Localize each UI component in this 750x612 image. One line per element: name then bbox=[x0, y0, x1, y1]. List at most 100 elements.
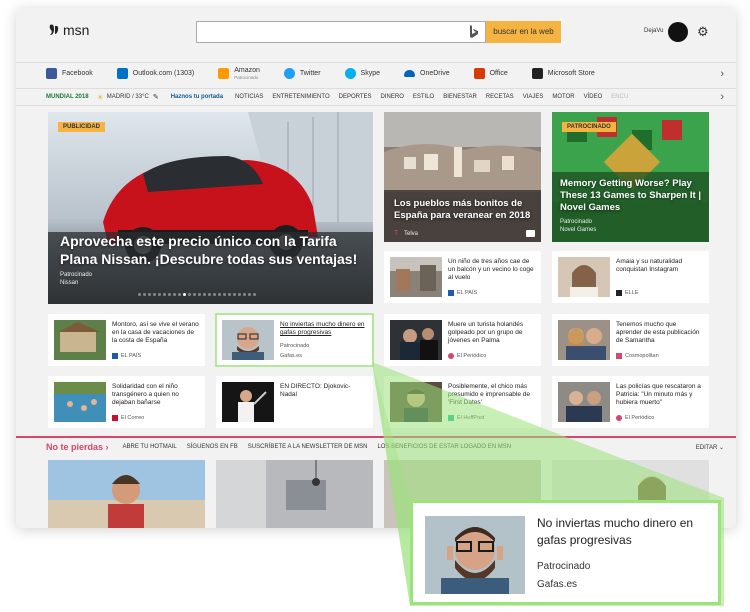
gafas-card[interactable]: No inviertas mucho dinero en gafas progr… bbox=[216, 314, 373, 366]
shortcut-office[interactable]: Office bbox=[473, 68, 508, 79]
shortcut-sub: Patrocinado bbox=[234, 74, 259, 80]
telva-icon: T bbox=[394, 230, 399, 237]
pueblos-card[interactable]: Los pueblos más bonitos de España para v… bbox=[384, 112, 541, 242]
news-card[interactable]: Solidaridad con el niño transgénero a qu… bbox=[48, 376, 205, 428]
memory-card[interactable]: PATROCINADO Memory Getting Worse? Play T… bbox=[552, 112, 709, 242]
news-source: El Correo bbox=[112, 415, 144, 421]
shortcut-amazon[interactable]: Amazon Patrocinado bbox=[218, 67, 260, 81]
edit-button[interactable]: EDITAR ⌄ bbox=[696, 444, 724, 451]
news-headline: Solidaridad con el niño transgénero a qu… bbox=[112, 383, 179, 406]
nav-item-faded[interactable]: ENCU bbox=[611, 94, 628, 100]
hero-title[interactable]: Aprovecha este precio único con la Tarif… bbox=[60, 232, 360, 268]
zoom-callout[interactable]: No inviertas mucho dinero en gafas progr… bbox=[410, 500, 721, 605]
section-item[interactable]: LOS BENEFICIOS DE ESTAR LOGADO EN MSN bbox=[377, 444, 511, 450]
nav-home-link[interactable]: Haznos tu portada bbox=[171, 94, 223, 100]
user-name[interactable]: DejaVu bbox=[644, 28, 663, 34]
sponsored-tag: PATROCINADO bbox=[562, 122, 616, 132]
firstdates-thumbnail bbox=[390, 382, 442, 422]
pueblos-title[interactable]: Los pueblos más bonitos de España para v… bbox=[394, 198, 534, 222]
hero-source: Nissan bbox=[60, 280, 79, 286]
shortcut-facebook[interactable]: Facebook bbox=[46, 68, 93, 79]
news-headline: Posiblemente, el chico más presumido e i… bbox=[448, 383, 531, 406]
room-image bbox=[216, 460, 373, 528]
nav-item[interactable]: DINERO bbox=[381, 94, 404, 100]
section-item[interactable]: ABRE TU HOTMAIL bbox=[123, 444, 177, 450]
hero-card[interactable]: PUBLICIDAD Aprovecha este precio único c… bbox=[48, 112, 373, 304]
news-card[interactable]: Tenemos mucho que aprender de esta publi… bbox=[552, 314, 709, 366]
carousel-dots[interactable] bbox=[138, 293, 256, 296]
bing-icon[interactable] bbox=[469, 25, 479, 39]
news-headline: Tenemos mucho que aprender de esta publi… bbox=[616, 321, 700, 344]
chevron-right-icon[interactable]: › bbox=[720, 68, 724, 80]
chevron-right-icon[interactable]: › bbox=[720, 91, 724, 103]
shortcut-label: OneDrive bbox=[420, 70, 450, 77]
news-source: Cosmopolitan bbox=[616, 353, 659, 359]
shortcut-twitter[interactable]: Twitter bbox=[283, 68, 321, 79]
search-button[interactable]: buscar en la web bbox=[486, 21, 561, 43]
elpais-icon bbox=[448, 290, 454, 296]
gear-icon[interactable]: ⚙ bbox=[697, 25, 709, 39]
browser-frame: msn buscar en la web DejaVu ⚙ Facebook O… bbox=[16, 8, 736, 528]
advertising-tag: PUBLICIDAD bbox=[58, 122, 105, 132]
gafas-source: Gafas.es bbox=[280, 353, 303, 359]
news-source: El HuffPost bbox=[448, 415, 484, 421]
news-source: ELLE bbox=[616, 290, 638, 296]
news-card[interactable]: Posiblemente, el chico más presumido e i… bbox=[384, 376, 541, 428]
pencil-icon[interactable]: ✎ bbox=[153, 93, 159, 101]
portrait-thumbnail bbox=[558, 257, 610, 297]
source-label: El HuffPost bbox=[457, 415, 485, 421]
source-label: EL PAÍS bbox=[457, 290, 478, 296]
glasses-man-thumbnail bbox=[222, 320, 274, 360]
avatar[interactable] bbox=[668, 22, 688, 42]
office-icon bbox=[473, 68, 485, 79]
nav-item[interactable]: VIAJES bbox=[523, 94, 544, 100]
bottom-card[interactable] bbox=[216, 460, 373, 528]
callout-source: Gafas.es bbox=[537, 579, 578, 590]
nav-mundial[interactable]: MUNDIAL 2018 bbox=[46, 94, 89, 100]
bottom-card[interactable] bbox=[48, 460, 205, 528]
news-card[interactable]: Montoro, así se vive el verano en la cas… bbox=[48, 314, 205, 366]
nav-item[interactable]: ESTILO bbox=[413, 94, 434, 100]
hero-image bbox=[48, 112, 373, 304]
woman-drink-image bbox=[48, 460, 205, 528]
nav-weather[interactable]: MADRID / 33°C bbox=[107, 94, 149, 100]
nav-item[interactable]: MOTOR bbox=[552, 94, 574, 100]
shortcut-store[interactable]: Microsoft Store bbox=[531, 68, 595, 79]
source-label: Cosmopolitan bbox=[625, 353, 659, 359]
news-headline: Montoro, así se vive el verano en la cas… bbox=[112, 321, 199, 344]
nav-item[interactable]: BIENESTAR bbox=[443, 94, 477, 100]
nav-item[interactable]: NOTICIAS bbox=[235, 94, 263, 100]
section-item[interactable]: SÍGUENOS EN FB bbox=[187, 444, 238, 450]
nav-item[interactable]: ENTRETENIMIENTO bbox=[272, 94, 329, 100]
news-card[interactable]: EN DIRECTO: Djokovic-Nadal bbox=[216, 376, 373, 428]
edit-label: EDITAR bbox=[695, 444, 718, 451]
news-card[interactable]: Muere un turista holandés golpeado por u… bbox=[384, 314, 541, 366]
news-card[interactable]: Las policías que rescataron a Patricia: … bbox=[552, 376, 709, 428]
callout-title: No inviertas mucho dinero en gafas progr… bbox=[537, 516, 694, 547]
facebook-icon bbox=[46, 68, 57, 79]
memory-title[interactable]: Memory Getting Worse? Play These 13 Game… bbox=[560, 178, 705, 214]
section-item[interactable]: SUSCRÍBETE A LA NEWSLETTER DE MSN bbox=[248, 444, 368, 450]
news-card[interactable]: Un niño de tres años cae de un balcón y … bbox=[384, 251, 541, 303]
amazon-icon bbox=[218, 68, 230, 79]
news-card[interactable]: Amaia y su naturalidad conquistan Instag… bbox=[552, 251, 709, 303]
news-headline: EN DIRECTO: Djokovic-Nadal bbox=[280, 383, 351, 398]
section-title-text: No te pierdas bbox=[46, 442, 104, 452]
cosmopolitan-icon bbox=[616, 353, 622, 359]
shortcut-label: Amazon bbox=[234, 66, 260, 74]
huffpost-icon bbox=[448, 415, 454, 421]
shortcut-skype[interactable]: Skype bbox=[344, 68, 380, 79]
nav-item[interactable]: VÍDEO bbox=[584, 94, 603, 100]
elpais-icon bbox=[112, 353, 118, 359]
memory-sponsored: Patrocinado bbox=[560, 219, 593, 225]
search-input[interactable] bbox=[196, 21, 486, 43]
shortcut-onedrive[interactable]: OneDrive bbox=[404, 70, 450, 77]
section-title[interactable]: No te pierdas › bbox=[46, 442, 109, 452]
msn-logo[interactable]: msn bbox=[48, 22, 89, 38]
pueblos-source: Telva bbox=[404, 231, 419, 237]
shortcut-label-group: Amazon Patrocinado bbox=[234, 67, 260, 81]
nav-item[interactable]: DEPORTES bbox=[339, 94, 372, 100]
source-label: EL PAÍS bbox=[121, 353, 142, 359]
shortcut-outlook[interactable]: Outlook.com (1303) bbox=[116, 68, 194, 79]
nav-item[interactable]: RECETAS bbox=[486, 94, 514, 100]
